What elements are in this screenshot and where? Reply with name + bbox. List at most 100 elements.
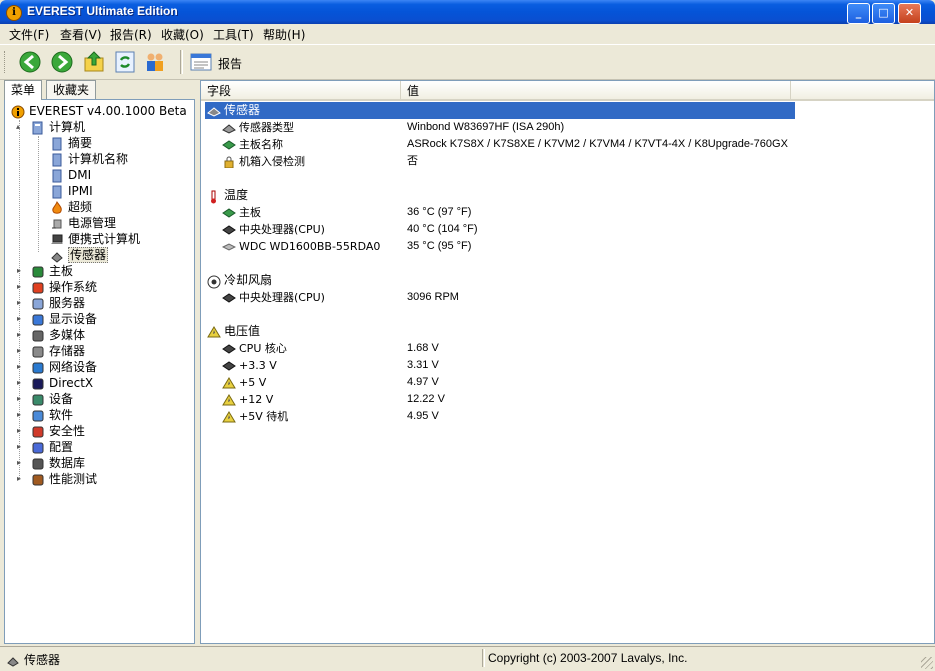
expand-icon[interactable]: ▸ [17,475,24,483]
network-icon [31,361,45,375]
up-folder-icon[interactable] [82,50,106,74]
expand-icon[interactable]: ▸ [17,395,24,403]
menu-tools[interactable]: 工具(T) [213,26,254,43]
expand-icon[interactable]: ▸ [17,315,24,323]
toolbar-grip[interactable] [4,51,8,73]
tree-item-directx[interactable]: DirectX [31,375,93,391]
field-text: WDC WD1600BB-55RDA0 [239,240,381,253]
section-voltage[interactable]: 电压值 [201,323,934,340]
expand-icon[interactable]: ▸ [17,363,24,371]
tree-item-benchmark[interactable]: 性能测试 [31,471,97,487]
column-header-value[interactable]: 值 [401,81,791,101]
app-icon[interactable]: i [6,5,22,21]
tree-item-display[interactable]: 显示设备 [31,311,97,327]
section-sensors[interactable]: 传感器 [205,102,795,119]
navigation-tree[interactable]: EVEREST v4.00.1000 Beta ▴ 计算机 摘要 计算机名称 D… [4,99,195,644]
laptop-icon [50,233,64,247]
value-cell: 否 [407,155,418,167]
grid-row[interactable]: +3.3 V 3.31 V [201,357,934,374]
expand-icon[interactable]: ▸ [17,459,24,467]
tree-item-dmi[interactable]: DMI [50,167,91,183]
tree-item-label: 传感器 [68,247,109,263]
maximize-button[interactable]: □ [872,3,895,24]
tree-item-config[interactable]: 配置 [31,439,73,455]
value-cell: 3096 RPM [407,291,459,303]
grid-row[interactable]: CPU 核心 1.68 V [201,340,934,357]
grid-row[interactable]: 机箱入侵检测 否 [201,153,934,170]
tree-item-sensor[interactable]: 传感器 [50,247,109,263]
back-icon[interactable] [18,50,42,74]
expand-icon[interactable]: ▸ [17,411,24,419]
expand-icon[interactable]: ▸ [17,299,24,307]
tree-item-multimedia[interactable]: 多媒体 [31,327,85,343]
grid-row[interactable]: 主板 36 °C (97 °F) [201,204,934,221]
expand-icon[interactable]: ▸ [17,379,24,387]
devices-icon [31,393,45,407]
storage-icon [31,345,45,359]
grid-row[interactable]: +5V 待机 4.95 V [201,408,934,425]
tree-item-computer-name[interactable]: 计算机名称 [50,151,128,167]
menu-favorites[interactable]: 收藏(O) [161,26,204,43]
expand-icon[interactable]: ▸ [17,331,24,339]
menu-help[interactable]: 帮助(H) [263,26,305,43]
tree-root[interactable]: EVEREST v4.00.1000 Beta [11,103,187,119]
tab-menu[interactable]: 菜单 [4,80,43,100]
computer-icon [50,169,64,183]
section-temperature[interactable]: 温度 [201,187,934,204]
field-cell: CPU 核心 [222,340,287,357]
board-icon [222,207,236,219]
grid-row[interactable]: 传感器类型 Winbond W83697HF (ISA 290h) [201,119,934,136]
tree-item-overclock[interactable]: 超频 [50,199,92,215]
tree-item-storage[interactable]: 存储器 [31,343,85,359]
minimize-button[interactable]: _ [847,3,870,24]
tree-item-power[interactable]: 电源管理 [50,215,116,231]
tree-item-security[interactable]: 安全性 [31,423,85,439]
column-header-field[interactable]: 字段 [201,81,401,101]
expand-icon[interactable]: ▸ [17,443,24,451]
status-left: 传感器 [6,651,60,668]
grid-row[interactable]: +5 V 4.97 V [201,374,934,391]
tree-item-os[interactable]: 操作系统 [31,279,97,295]
grid-row[interactable]: 主板名称 ASRock K7S8X / K7S8XE / K7VM2 / K7VM… [201,136,934,153]
tree-item-database[interactable]: 数据库 [31,455,85,471]
users-icon[interactable] [143,50,167,74]
grid-row[interactable]: 中央处理器(CPU) 3096 RPM [201,289,934,306]
tree-item-summary[interactable]: 摘要 [50,135,92,151]
forward-icon[interactable] [50,50,74,74]
collapse-icon[interactable]: ▴ [16,123,23,131]
report-button[interactable]: 报告 [189,50,242,74]
tab-favorites[interactable]: 收藏夹 [46,80,97,99]
close-button[interactable]: ✕ [898,3,921,24]
tree-item-network[interactable]: 网络设备 [31,359,97,375]
menu-file[interactable]: 文件(F) [9,26,49,43]
grid-row[interactable]: 中央处理器(CPU) 40 °C (104 °F) [201,221,934,238]
tree-item-server[interactable]: 服务器 [31,295,85,311]
resize-grip[interactable] [921,657,933,669]
menu-report[interactable]: 报告(R) [110,26,152,43]
left-tabs: 菜单 收藏夹 [0,80,196,100]
tree-item-board[interactable]: 主板 [31,263,73,279]
expand-icon[interactable]: ▸ [17,267,24,275]
tree-item-ipmi[interactable]: IPMI [50,183,93,199]
field-text: 中央处理器(CPU) [239,291,325,304]
grid-row[interactable]: +12 V 12.22 V [201,391,934,408]
field-text: +5V 待机 [239,410,289,423]
tree-item-portable[interactable]: 便携式计算机 [50,231,140,247]
tree-item-computer[interactable]: 计算机 [31,119,85,135]
title-bar[interactable]: i EVEREST Ultimate Edition _ □ ✕ [0,0,935,24]
tree-item-software[interactable]: 软件 [31,407,73,423]
field-cell: 中央处理器(CPU) [222,221,325,238]
tree-item-label: 操作系统 [49,280,98,294]
section-fans[interactable]: 冷却风扇 [201,272,934,289]
expand-icon[interactable]: ▸ [17,347,24,355]
field-cell: 主板名称 [222,136,283,153]
expand-icon[interactable]: ▸ [17,283,24,291]
menu-view[interactable]: 查看(V) [60,26,102,43]
grid-row[interactable]: WDC WD1600BB-55RDA0 35 °C (95 °F) [201,238,934,255]
tree-item-devices[interactable]: 设备 [31,391,73,407]
tree-item-label: 主板 [49,264,74,278]
expand-icon[interactable]: ▸ [17,427,24,435]
refresh-icon[interactable] [113,50,137,74]
tree-item-label: 安全性 [49,424,86,438]
details-grid[interactable]: 字段 值 传感器 传感器类型 Winbond W83697HF (ISA 290h)… [200,80,935,644]
